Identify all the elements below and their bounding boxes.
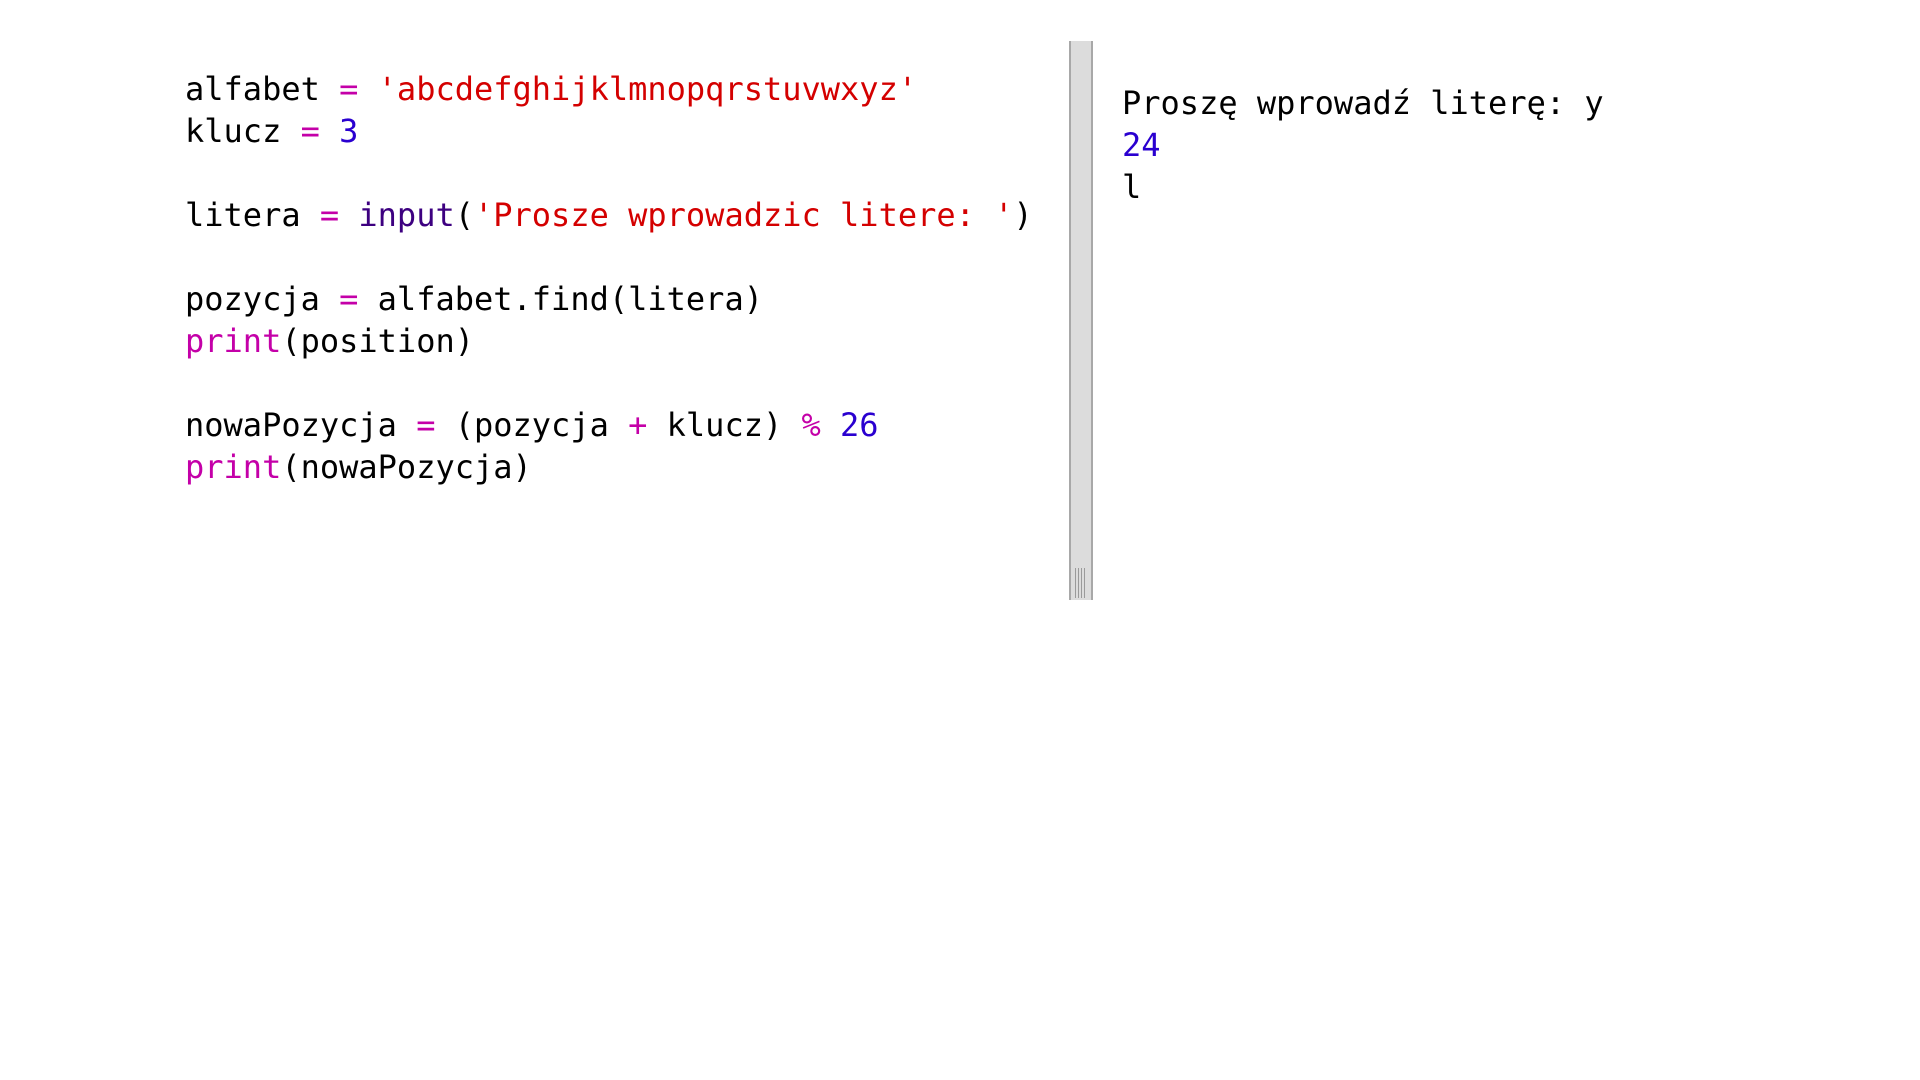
code-token: input (358, 196, 455, 234)
output-line: Proszę wprowadź literę: y (1122, 84, 1604, 122)
code-line[interactable] (185, 362, 1033, 404)
code-line[interactable]: nowaPozycja = (pozycja + klucz) % 26 (185, 404, 1033, 446)
output-line: l (1122, 168, 1142, 206)
code-token: alfabet (185, 70, 340, 108)
code-token: (position) (281, 322, 474, 360)
code-token: ) (1013, 196, 1033, 234)
code-line[interactable] (185, 152, 1033, 194)
code-token: (pozycja (435, 406, 629, 444)
code-token: alfabet.find(litera) (358, 280, 763, 318)
code-token: = (319, 196, 340, 234)
code-token: 3 (339, 112, 359, 150)
code-area[interactable]: alfabet = 'abcdefghijklmnopqrstuvwxyz' kl… (185, 68, 1033, 488)
code-token: = (300, 112, 320, 150)
console-output: Proszę wprowadź literę: y 24 l (1122, 82, 1604, 208)
code-token: = (339, 70, 359, 108)
code-token: = (339, 280, 359, 318)
code-line[interactable]: print(position) (185, 320, 1033, 362)
code-token: print (185, 322, 282, 360)
code-token: 26 (840, 406, 879, 444)
code-line[interactable]: litera = input('Prosze wprowadzic litere… (185, 194, 1033, 236)
splitter-grip-icon[interactable] (1075, 568, 1087, 598)
code-line[interactable]: klucz = 3 (185, 110, 1033, 152)
code-line[interactable] (185, 236, 1033, 278)
code-token: 'Prosze wprowadzic litere: ' (473, 196, 1014, 234)
code-token: print (185, 448, 282, 486)
code-token: + (628, 406, 648, 444)
code-line[interactable]: pozycja = alfabet.find(litera) (185, 278, 1033, 320)
output-line: 24 (1122, 126, 1161, 164)
code-token: nowaPozycja (185, 406, 417, 444)
code-editor[interactable]: alfabet = 'abcdefghijklmnopqrstuvwxyz' kl… (0, 0, 1068, 600)
code-token: 'abcdefghijklmnopqrstuvwxyz' (377, 70, 918, 108)
code-token: klucz) (647, 406, 802, 444)
output-console: Proszę wprowadź literę: y 24 l (1095, 0, 1920, 600)
pane-splitter[interactable] (1069, 41, 1093, 600)
code-token: % (801, 406, 821, 444)
code-token: pozycja (185, 280, 340, 318)
code-line[interactable]: print(nowaPozycja) (185, 446, 1033, 488)
code-token: (nowaPozycja) (281, 448, 532, 486)
code-token: = (416, 406, 436, 444)
code-token: litera (185, 196, 320, 234)
code-token: ( (454, 196, 474, 234)
code-token: klucz (185, 112, 301, 150)
code-line[interactable]: alfabet = 'abcdefghijklmnopqrstuvwxyz' (185, 68, 1033, 110)
